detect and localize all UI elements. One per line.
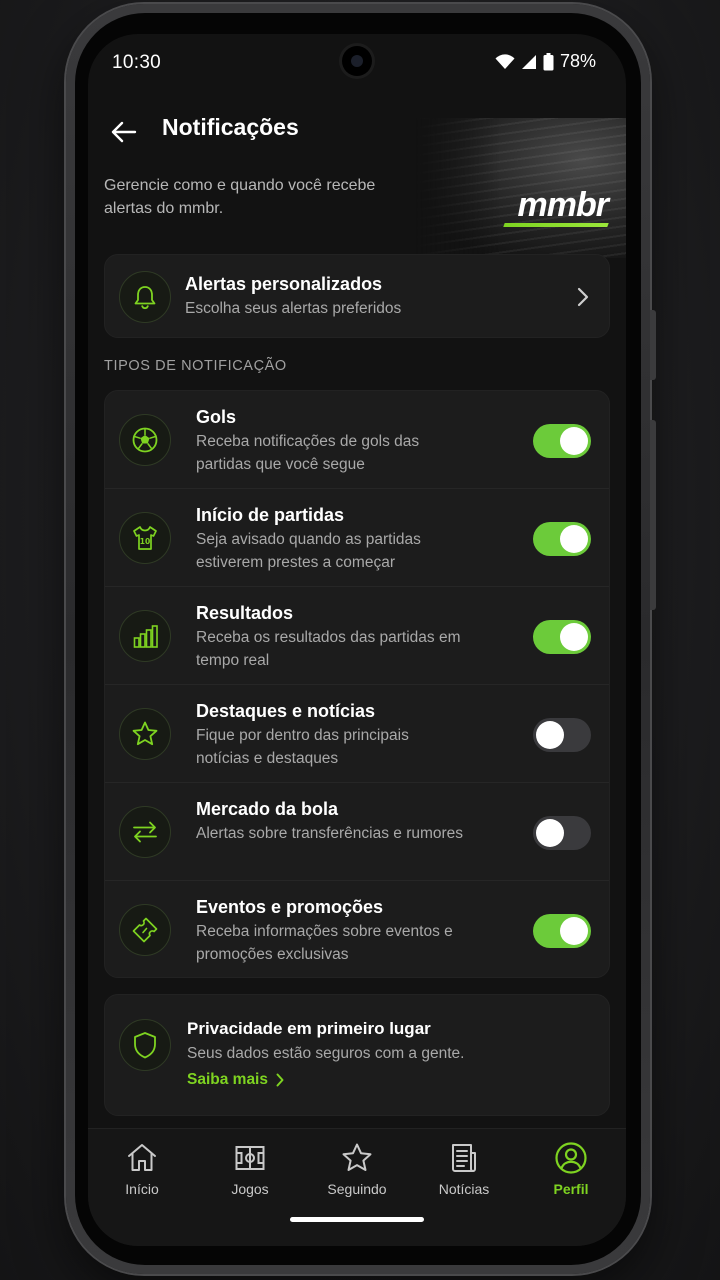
bell-icon (119, 271, 171, 323)
custom-alerts-card[interactable]: Alertas personalizados Escolha seus aler… (104, 254, 610, 338)
chevron-right-icon (276, 1073, 284, 1087)
eventos-toggle[interactable] (533, 914, 591, 948)
notification-row-inicio: 10 Início de partidas Seja avisado quand… (105, 489, 609, 587)
notification-row-resultados: Resultados Receba os resultados das part… (105, 587, 609, 685)
notification-desc: Seja avisado quando as partidas estivere… (196, 531, 421, 571)
nav-item-seguindo[interactable]: Seguindo (312, 1141, 402, 1197)
notification-row-gols: Gols Receba notificações de gols das par… (105, 391, 609, 489)
transfer-arrows-icon (119, 806, 171, 858)
battery-percent: 78% (559, 51, 596, 71)
bottom-navigation: Início Jogos Seguindo Notícias Perfil (88, 1128, 626, 1246)
app-screen: 10:30 78% Notificações Gerencie como e q… (88, 34, 626, 1246)
shield-icon (119, 1019, 171, 1071)
gols-toggle[interactable] (533, 424, 591, 458)
page-subtitle: Gerencie como e quando você recebe alert… (104, 177, 376, 217)
nav-label: Seguindo (327, 1181, 387, 1197)
notification-title: Mercado da bola (196, 799, 339, 819)
newspaper-icon (452, 1144, 476, 1172)
nav-label: Notícias (438, 1181, 490, 1197)
back-arrow-icon (111, 121, 137, 143)
notification-title: Resultados (196, 603, 294, 623)
nav-label: Perfil (553, 1181, 589, 1197)
custom-alerts-title: Alertas personalizados (185, 274, 383, 294)
home-icon (128, 1144, 156, 1171)
mmbr-logo: mmbr (503, 186, 609, 227)
svg-text:10: 10 (140, 537, 150, 546)
notification-desc: Receba notificações de gols das partidas… (196, 433, 420, 473)
nav-item-perfil[interactable]: Perfil (526, 1141, 616, 1197)
logo-underline (503, 223, 609, 227)
status-bar: 10:30 78% (88, 34, 626, 90)
profile-icon (555, 1142, 587, 1174)
resultados-toggle[interactable] (533, 620, 591, 654)
nav-label: Início (125, 1181, 159, 1197)
notification-desc: Receba os resultados das partidas em tem… (196, 629, 461, 669)
notification-title: Destaques e notícias (196, 701, 376, 721)
privacy-desc: Seus dados estão seguros com a gente. (187, 1045, 465, 1062)
notification-row-mercado: Mercado da bola Alertas sobre transferên… (105, 783, 609, 881)
back-button[interactable] (104, 112, 144, 152)
notification-title: Início de partidas (196, 505, 345, 525)
star-icon (342, 1143, 372, 1171)
wifi-icon (495, 53, 515, 69)
mercado-toggle[interactable] (533, 816, 591, 850)
front-camera (342, 46, 372, 76)
signal-icon (521, 54, 536, 69)
logo-text: mmbr (517, 186, 609, 224)
destaques-toggle[interactable] (533, 718, 591, 752)
nav-label: Jogos (231, 1181, 269, 1197)
chevron-right-icon (577, 287, 589, 307)
inicio-partidas-toggle[interactable] (533, 522, 591, 556)
notification-title: Gols (196, 407, 237, 427)
notification-desc: Alertas sobre transferências e rumores (196, 825, 464, 842)
ticket-icon (119, 904, 171, 956)
power-button (650, 310, 656, 380)
home-indicator[interactable] (290, 1217, 424, 1222)
battery-icon (543, 52, 554, 70)
section-label: TIPOS DE NOTIFICAÇÃO (104, 358, 287, 374)
status-time: 10:30 (112, 52, 162, 73)
page-title: Notificações (162, 114, 299, 140)
notification-row-destaques: Destaques e notícias Fique por dentro da… (105, 685, 609, 783)
nav-item-jogos[interactable]: Jogos (205, 1141, 295, 1197)
soccer-ball-icon (119, 414, 171, 466)
nav-item-noticias[interactable]: Notícias (419, 1141, 509, 1197)
jersey-icon: 10 (119, 512, 171, 564)
volume-button (650, 420, 656, 610)
notification-desc: Receba informações sobre eventos e promo… (196, 923, 453, 963)
header: Notificações Gerencie como e quando você… (88, 90, 626, 260)
field-icon (235, 1146, 265, 1170)
notification-row-eventos: Eventos e promoções Receba informações s… (105, 881, 609, 979)
learn-more-label: Saiba mais (187, 1071, 268, 1088)
learn-more-link[interactable]: Saiba mais (187, 1071, 284, 1089)
star-icon (119, 708, 171, 760)
notification-types-card: Gols Receba notificações de gols das par… (104, 390, 610, 978)
nav-item-inicio[interactable]: Início (97, 1141, 187, 1197)
notification-desc: Fique por dentro das principais notícias… (196, 727, 409, 767)
status-icons: 78% (495, 51, 596, 72)
custom-alerts-desc: Escolha seus alertas preferidos (185, 300, 402, 317)
bar-chart-icon (119, 610, 171, 662)
privacy-card: Privacidade em primeiro lugar Seus dados… (104, 994, 610, 1116)
privacy-title: Privacidade em primeiro lugar (187, 1019, 431, 1038)
notification-title: Eventos e promoções (196, 897, 384, 917)
